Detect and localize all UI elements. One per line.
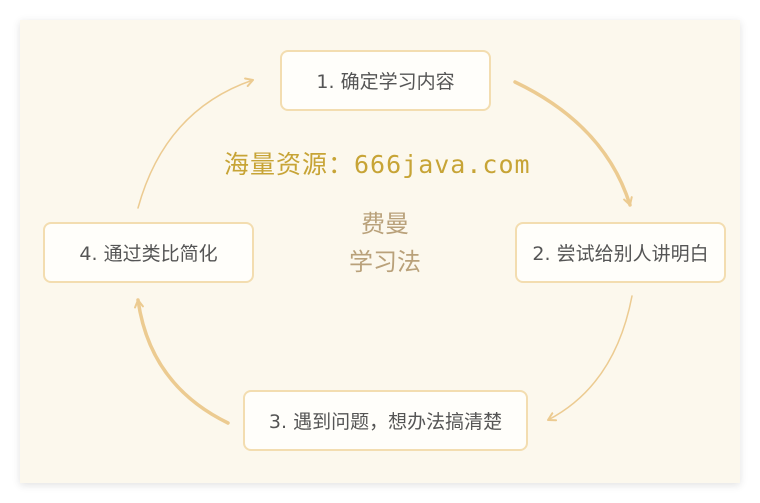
step-3-box: 3. 遇到问题，想办法搞清楚 [243,390,528,451]
step-1-box: 1. 确定学习内容 [280,50,491,111]
arrow-2-to-3 [547,295,633,422]
arrow-1-to-2 [513,80,633,207]
arrow-3-to-4 [134,298,230,425]
step-4-box: 4. 通过类比简化 [43,222,254,283]
title-line-2: 学习法 [349,248,421,276]
step-3-label: 3. 遇到问题，想办法搞清楚 [268,411,503,433]
title-line-1: 费曼 [361,210,409,238]
step-2-box: 2. 尝试给别人讲明白 [515,222,726,283]
step-4-label: 4. 通过类比简化 [79,243,218,265]
watermark-text: 海量资源：666java.com [224,150,531,179]
step-1-label: 1. 确定学习内容 [316,71,455,93]
step-2-label: 2. 尝试给别人讲明白 [532,243,709,265]
diagram-title: 费曼 学习法 [330,205,440,281]
arrow-4-to-1 [137,77,254,209]
